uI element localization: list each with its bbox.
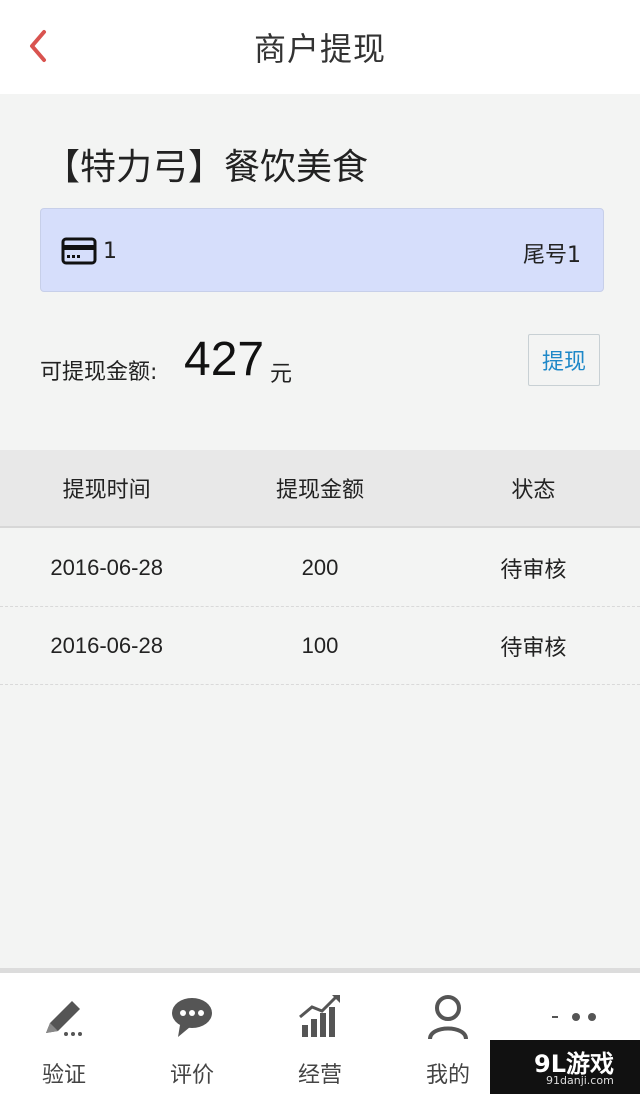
row-date: 2016-06-28 [50,554,163,580]
page-title: 商户提现 [253,30,386,68]
merchant-name: 【特力弓】餐饮美食 [44,147,369,188]
nav-label: 经营 [297,1063,342,1088]
withdraw-button[interactable]: 提现 [528,334,600,386]
balance-unit: 元 [270,362,293,387]
column-header-time: 提现时间 [62,478,151,503]
column-header-amount: 提现金额 [275,478,364,503]
table-header: 提现时间 提现金额 状态 [0,450,640,528]
row-status: 待审核 [500,557,567,583]
bar-chart-icon [299,995,340,1037]
back-button[interactable] [18,26,58,66]
chevron-left-icon [30,30,46,62]
withdraw-page: 商户提现 【特力弓】餐饮美食 1 尾号1 可提现金额: 427 元 提现 提现时… [0,0,640,1094]
row-amount: 200 [301,554,339,580]
card-tail-number: 尾号1 [523,243,581,268]
nav-label: 验证 [41,1063,86,1088]
table-row[interactable]: 2016-06-28 200 待审核 [0,529,640,607]
watermark: 9L游戏 91danji.com [490,1040,640,1094]
nav-item-verify[interactable]: 验证 [0,973,128,1094]
nav-label: 评价 [169,1063,214,1088]
more-icon [552,1013,596,1021]
balance-value: 427 [184,333,265,386]
column-header-status: 状态 [511,478,556,503]
balance-label: 可提现金额: [40,360,158,385]
row-date: 2016-06-28 [50,632,163,658]
table-row[interactable]: 2016-06-28 100 待审核 [0,607,640,685]
user-icon [428,995,468,1040]
watermark-url: 91danji.com [546,1074,614,1087]
bank-card[interactable]: 1 尾号1 [40,208,604,292]
nav-item-reviews[interactable]: 评价 [128,973,256,1094]
row-amount: 100 [301,632,339,658]
chat-bubble-icon [172,998,212,1037]
card-number: 1 [103,239,117,264]
credit-card-icon [61,237,97,265]
header-bar: 商户提现 [0,0,640,94]
pencil-icon [46,1001,82,1036]
nav-item-business[interactable]: 经营 [256,973,384,1094]
balance-row: 可提现金额: 427 元 提现 [40,330,600,390]
row-status: 待审核 [500,635,567,661]
